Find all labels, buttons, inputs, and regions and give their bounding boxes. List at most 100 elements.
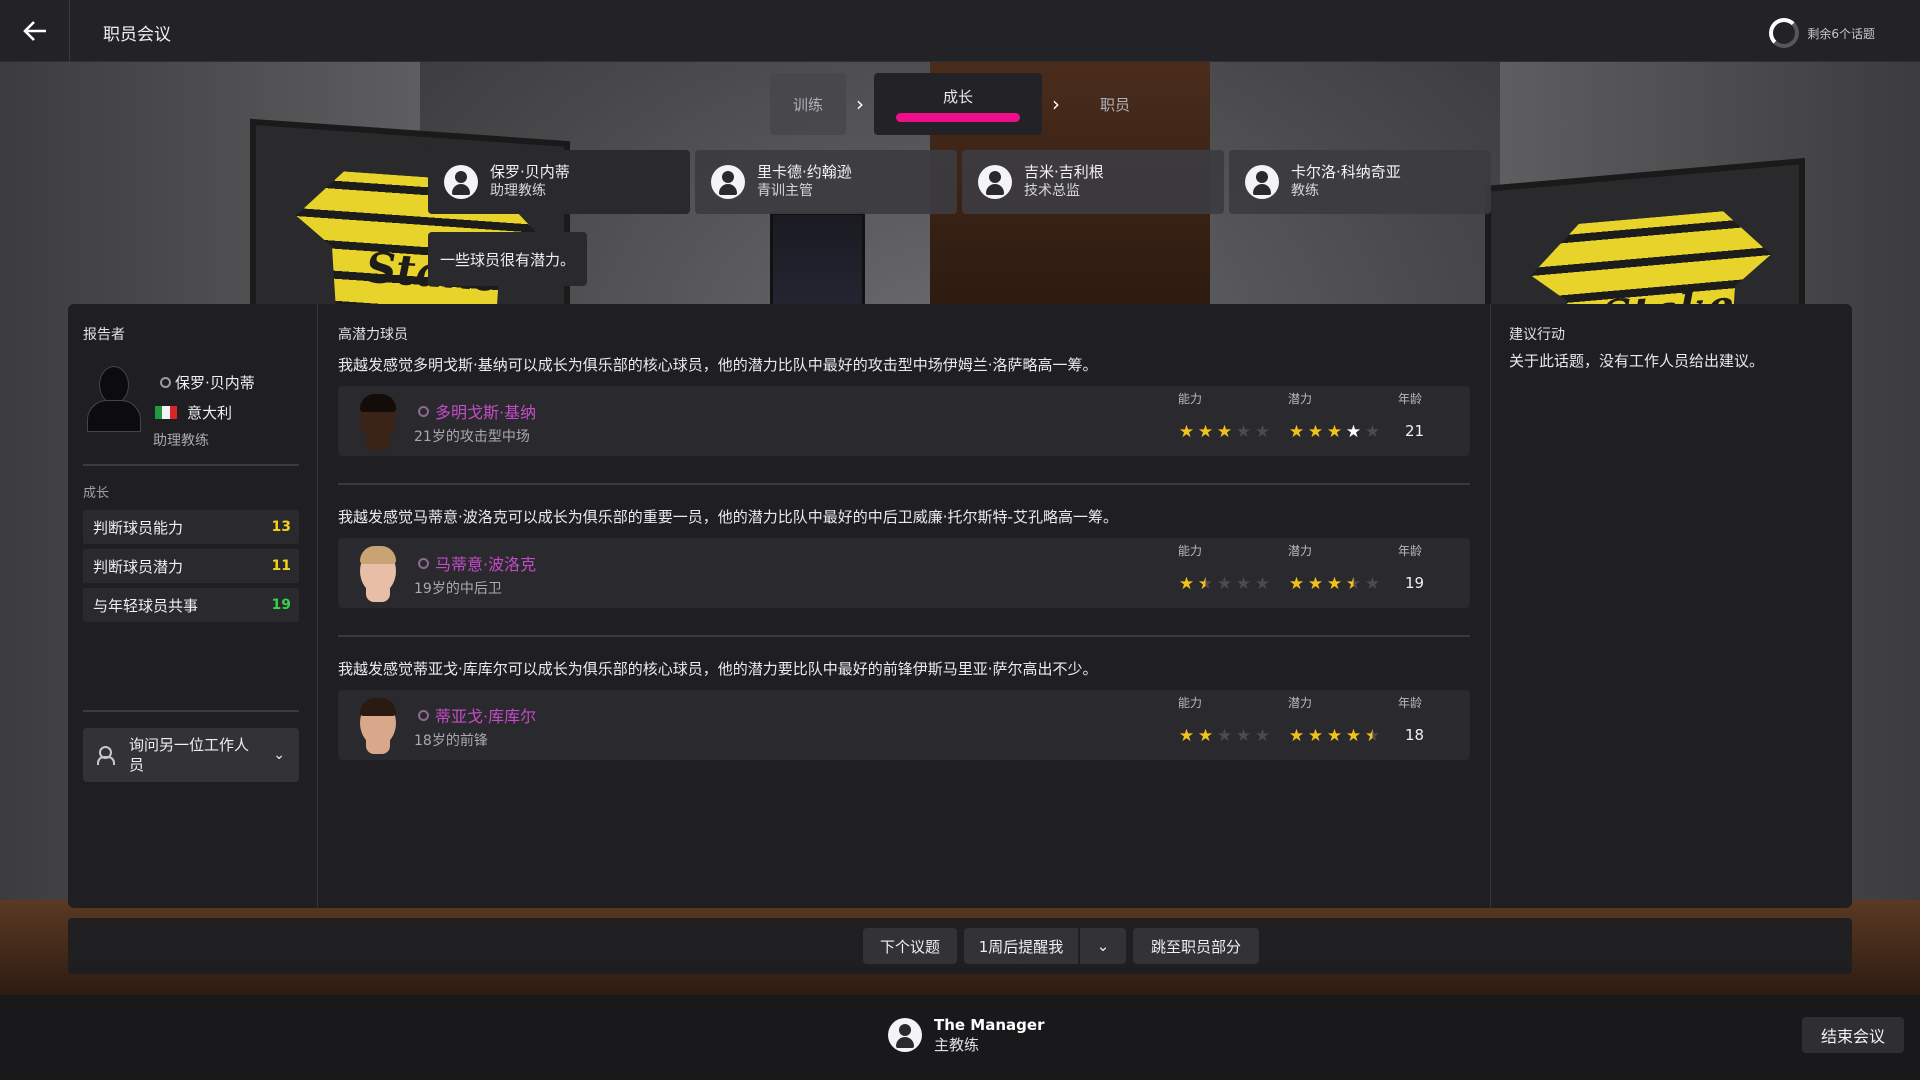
player-card[interactable]: 多明戈斯·基纳 21岁的攻击型中场 能力 潜力 年龄 ★ ★ ★ ★ ★ ★ ★ ★ ★ ★ 2… bbox=[338, 386, 1470, 456]
star-icon: ★ bbox=[1216, 574, 1233, 594]
back-button[interactable] bbox=[0, 0, 70, 62]
star-icon: ★ bbox=[1364, 422, 1381, 442]
suggested-action-column: 建议行动 关于此话题，没有工作人员给出建议。 bbox=[1490, 304, 1852, 908]
attribute-row: 判断球员潜力 11 bbox=[83, 549, 299, 583]
person-icon bbox=[418, 557, 429, 569]
person-icon bbox=[1245, 165, 1279, 199]
topics-remaining-label: 剩余6个话题 bbox=[1807, 26, 1875, 41]
attribute-value: 11 bbox=[271, 558, 291, 574]
potential-stars: ★ ★ ★ ★ ★ bbox=[1288, 574, 1381, 594]
growth-title: 成长 bbox=[83, 486, 110, 501]
suggested-action-text: 关于此话题，没有工作人员给出建议。 bbox=[1509, 352, 1765, 370]
player-age: 19 bbox=[1405, 574, 1425, 592]
progress-ring-icon bbox=[1769, 18, 1800, 48]
ability-stars: ★ ★ ★ ★ ★ bbox=[1178, 726, 1271, 746]
remind-later-button[interactable]: 1周后提醒我 bbox=[964, 928, 1078, 964]
star-icon: ★ bbox=[1326, 422, 1343, 442]
star-icon: ★ bbox=[1288, 422, 1305, 442]
person-icon bbox=[418, 709, 429, 721]
reporter-card[interactable]: 保罗·贝内蒂 意大利 助理教练 bbox=[85, 364, 315, 449]
reporter-name: 保罗·贝内蒂 bbox=[175, 374, 255, 392]
staff-tabs: 保罗·贝内蒂 助理教练 里卡德·约翰逊 青训主管 吉米·吉利根 技术总监 卡尔洛·科纳… bbox=[428, 150, 1491, 214]
star-icon: ★ bbox=[1178, 422, 1195, 442]
star-icon: ★ bbox=[1364, 726, 1381, 746]
divider bbox=[83, 710, 299, 712]
potential-stars: ★ ★ ★ ★ ★ bbox=[1288, 422, 1381, 442]
step-training[interactable]: 训练 bbox=[770, 73, 846, 135]
chevron-down-icon: ⌄ bbox=[273, 747, 285, 763]
star-icon: ★ bbox=[1235, 574, 1252, 594]
person-icon bbox=[160, 377, 171, 388]
player-card[interactable]: 马蒂意·波洛克 19岁的中后卫 能力 潜力 年龄 ★ ★ ★ ★ ★ ★ ★ ★ ★ ★ 19 bbox=[338, 538, 1470, 608]
topics-remaining: 剩余6个话题 bbox=[1769, 18, 1875, 48]
star-icon: ★ bbox=[1345, 574, 1362, 594]
chevron-right-icon: › bbox=[856, 92, 864, 116]
reporter-nation: 意大利 bbox=[187, 404, 233, 422]
person-icon bbox=[978, 165, 1012, 199]
top-bar: 职员会议 剩余6个话题 bbox=[0, 0, 1920, 62]
end-meeting-button[interactable]: 结束会议 bbox=[1802, 1017, 1904, 1053]
star-icon: ★ bbox=[1216, 422, 1233, 442]
person-icon bbox=[444, 165, 478, 199]
staff-tab-0[interactable]: 保罗·贝内蒂 助理教练 bbox=[428, 150, 690, 214]
people-icon bbox=[97, 746, 119, 765]
manager-info: The Manager 主教练 bbox=[888, 1015, 1044, 1055]
player-face bbox=[352, 696, 404, 754]
action-bar: 下个议题 1周后提醒我 ⌄ 跳至职员部分 bbox=[68, 918, 1852, 974]
player-name[interactable]: 蒂亚戈·库库尔 bbox=[435, 703, 536, 727]
star-icon: ★ bbox=[1326, 574, 1343, 594]
person-icon bbox=[888, 1018, 922, 1052]
player-entry: 我越发感觉蒂亚戈·库库尔可以成长为俱乐部的核心球员，他的潜力要比队中最好的前锋伊… bbox=[338, 658, 1470, 760]
main-panel: 报告者 保罗·贝内蒂 意大利 助理教练 成长 判断球员能力 13 判断球员潜力 … bbox=[68, 304, 1852, 908]
person-icon bbox=[711, 165, 745, 199]
ability-stars: ★ ★ ★ ★ ★ bbox=[1178, 574, 1271, 594]
divider bbox=[338, 483, 1470, 485]
footer-bar: The Manager 主教练 结束会议 bbox=[0, 995, 1920, 1080]
star-icon: ★ bbox=[1254, 726, 1271, 746]
person-icon bbox=[418, 405, 429, 417]
player-age: 18 bbox=[1405, 726, 1425, 744]
star-icon: ★ bbox=[1197, 726, 1214, 746]
reporter-column: 报告者 保罗·贝内蒂 意大利 助理教练 成长 判断球员能力 13 判断球员潜力 … bbox=[68, 304, 318, 908]
attribute-row: 与年轻球员共事 19 bbox=[83, 588, 299, 622]
step-development[interactable]: 成长 bbox=[874, 73, 1042, 135]
speech-bubble: 一些球员很有潜力。 bbox=[428, 232, 588, 286]
player-name[interactable]: 多明戈斯·基纳 bbox=[435, 399, 536, 423]
star-icon: ★ bbox=[1178, 574, 1195, 594]
active-step-indicator bbox=[896, 113, 1020, 122]
player-card[interactable]: 蒂亚戈·库库尔 18岁的前锋 能力 潜力 年龄 ★ ★ ★ ★ ★ ★ ★ ★ ★ ★ 18 bbox=[338, 690, 1470, 760]
star-icon: ★ bbox=[1216, 726, 1233, 746]
italy-flag-icon bbox=[155, 406, 177, 419]
divider bbox=[83, 464, 299, 466]
star-icon: ★ bbox=[1307, 422, 1324, 442]
step-staff[interactable]: 职员 bbox=[1070, 73, 1160, 135]
player-name[interactable]: 马蒂意·波洛克 bbox=[435, 551, 536, 575]
potential-stars: ★ ★ ★ ★ ★ bbox=[1288, 726, 1381, 746]
chevron-right-icon: › bbox=[1052, 92, 1060, 116]
ask-another-staff-button[interactable]: 询问另一位工作人员 ⌄ bbox=[83, 728, 299, 782]
attribute-value: 13 bbox=[271, 519, 291, 535]
star-icon: ★ bbox=[1307, 574, 1324, 594]
remind-options-button[interactable]: ⌄ bbox=[1080, 928, 1126, 964]
staff-tab-2[interactable]: 吉米·吉利根 技术总监 bbox=[962, 150, 1224, 214]
star-icon: ★ bbox=[1254, 422, 1271, 442]
high-potential-title: 高潜力球员 bbox=[338, 327, 408, 343]
manager-role: 主教练 bbox=[934, 1036, 980, 1054]
star-icon: ★ bbox=[1197, 574, 1214, 594]
star-icon: ★ bbox=[1235, 726, 1252, 746]
arrow-left-icon bbox=[22, 21, 46, 41]
avatar-silhouette bbox=[85, 364, 143, 432]
next-topic-button[interactable]: 下个议题 bbox=[863, 928, 957, 964]
topic-stepper: 训练 › 成长 › 职员 bbox=[770, 73, 1160, 135]
attribute-value: 19 bbox=[271, 597, 291, 613]
chevron-down-icon: ⌄ bbox=[1096, 937, 1110, 955]
ability-stars: ★ ★ ★ ★ ★ bbox=[1178, 422, 1271, 442]
manager-name: The Manager bbox=[934, 1016, 1045, 1034]
page-title: 职员会议 bbox=[103, 25, 171, 45]
star-icon: ★ bbox=[1288, 726, 1305, 746]
jump-to-staff-button[interactable]: 跳至职员部分 bbox=[1133, 928, 1259, 964]
suggested-action-title: 建议行动 bbox=[1509, 327, 1565, 343]
staff-tab-1[interactable]: 里卡德·约翰逊 青训主管 bbox=[695, 150, 957, 214]
staff-tab-3[interactable]: 卡尔洛·科纳奇亚 教练 bbox=[1229, 150, 1491, 214]
reporter-title: 报告者 bbox=[83, 327, 125, 343]
